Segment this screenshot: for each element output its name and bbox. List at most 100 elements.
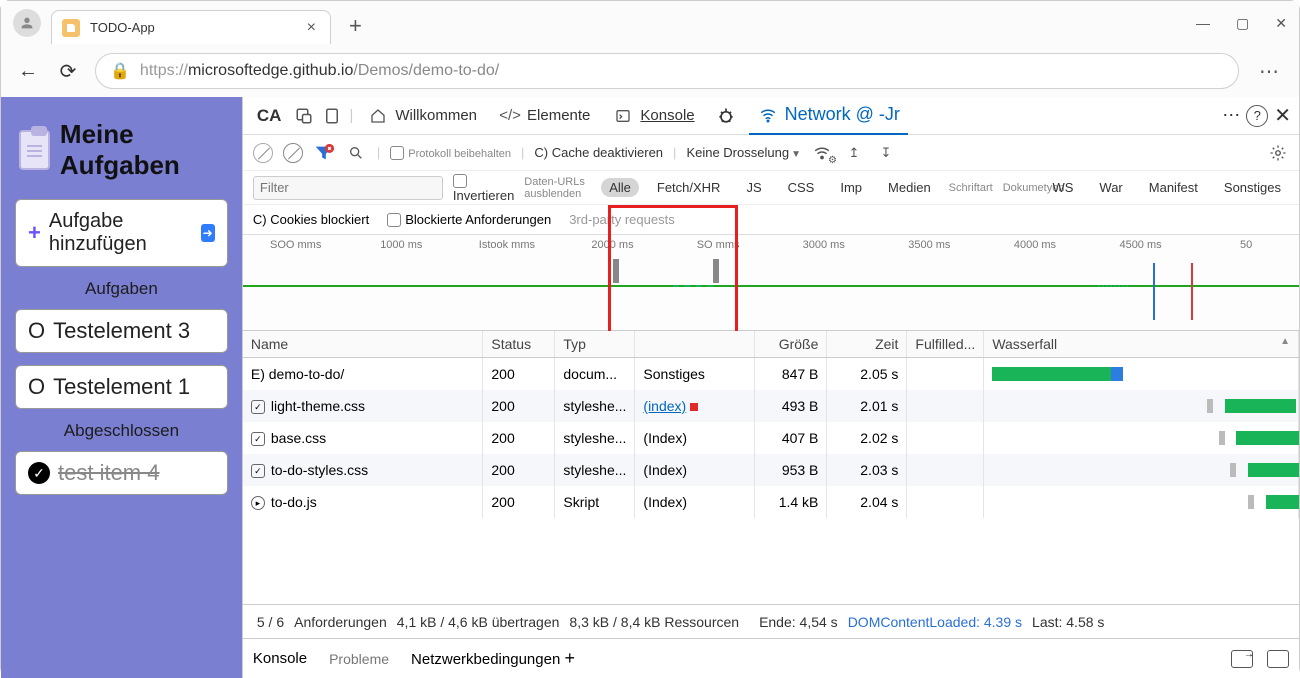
timeline-tick: 3500 ms [877,235,983,257]
filter-img[interactable]: Imp [832,178,870,197]
cell-waterfall [984,358,1299,391]
col-name[interactable]: Name [243,331,483,358]
minimize-button[interactable]: — [1196,15,1210,32]
col-time[interactable]: Zeit [827,331,907,358]
col-status[interactable]: Status [483,331,555,358]
filter-funnel-icon[interactable] [313,142,335,164]
hide-data-urls-checkbox[interactable]: Daten-URLs ausblenden [524,176,591,200]
network-filter-input[interactable] [253,176,443,200]
device-emulation-icon[interactable] [321,105,343,127]
drawer-tab-network-conditions[interactable]: Netzwerkbedingungen + [411,648,575,669]
add-task-button[interactable]: + Aufgabe hinzufügen ➜ [15,199,228,267]
filter-media[interactable]: Medien [880,178,939,197]
timeline-ticks: SOO mms1000 msIstook mms2000 msSO mms300… [243,235,1299,257]
webpage-viewport: Meine Aufgaben + Aufgabe hinzufügen ➜ Au… [1,97,243,678]
drawer-dock-icon[interactable] [1267,650,1289,668]
preserve-log-checkbox[interactable]: Protokoll beibehalten [390,145,511,161]
tab-close-icon[interactable]: × [307,19,316,37]
devtools-help-icon[interactable]: ? [1246,105,1268,127]
task-radio-icon[interactable]: O [28,374,45,400]
cell-size: 953 B [755,454,827,486]
network-timeline[interactable]: SOO mms1000 msIstook mms2000 msSO mms300… [243,235,1299,331]
window-titlebar: TODO-App × + — ▢ ✕ [1,1,1299,45]
new-tab-button[interactable]: + [341,13,370,39]
drawer-tab-problems[interactable]: Probleme [329,651,389,667]
filter-other[interactable]: Sonstiges [1216,178,1289,197]
tab-welcome[interactable]: Willkommen [359,101,485,131]
filter-fetch[interactable]: Fetch/XHR [649,178,729,197]
tab-favicon [62,19,80,37]
cell-waterfall [984,422,1299,454]
drawer-tab-console[interactable]: Konsole [253,650,307,667]
table-row[interactable]: E) demo-to-do/200docum...Sonstiges 847 B… [243,358,1299,391]
table-row[interactable]: ✓base.css200styleshe...(Index) 407 B2.02… [243,422,1299,454]
filter-ws[interactable]: WS [1044,178,1081,197]
task-radio-icon[interactable]: O [28,318,45,344]
maximize-button[interactable]: ▢ [1236,15,1249,32]
disable-cache-checkbox[interactable]: C) Cache deaktivieren [534,145,663,160]
task-check-icon[interactable]: ✓ [28,462,50,484]
col-type[interactable]: Typ [555,331,635,358]
tasks-section-label: Aufgaben [15,279,228,299]
filter-all[interactable]: Alle [601,178,639,197]
bug-icon[interactable] [715,105,737,127]
inspect-element-icon[interactable] [293,105,315,127]
close-window-button[interactable]: ✕ [1275,15,1287,32]
devtools-more-icon[interactable]: ⋯ [1222,105,1240,126]
filter-manifest[interactable]: Manifest [1141,178,1206,197]
url-input[interactable]: 🔒 https://microsoftedge.github.io/Demos/… [95,53,1239,89]
refresh-button[interactable]: ⟳ [55,58,81,84]
col-initiator[interactable] [635,331,755,358]
invert-checkbox[interactable]: Invertieren [453,172,514,203]
blocked-requests-checkbox[interactable]: Blockierte Anforderungen [387,212,551,228]
devtools-tab-bar: CA | Willkommen </> Elemente Konsole Net… [243,97,1299,135]
filter-font[interactable]: Schriftart [949,182,993,194]
dcl-marker [1153,263,1155,320]
cell-waterfall [984,486,1299,518]
table-row[interactable]: ✓to-do-styles.css200styleshe...(Index) 9… [243,454,1299,486]
filter-css[interactable]: CSS [780,178,823,197]
download-har-icon[interactable]: ↧ [875,142,897,164]
upload-har-icon[interactable]: ↥ [843,142,865,164]
clear-icon[interactable] [283,143,303,163]
network-request-table[interactable]: Name Status Typ Größe Zeit Fulfilled... … [243,331,1299,604]
col-fulfilled[interactable]: Fulfilled... [907,331,984,358]
throttling-select[interactable]: Keine Drosselung▼ [686,145,801,160]
cell-type: styleshe... [555,454,635,486]
task-item[interactable]: O Testelement 3 [15,309,228,353]
tab-network[interactable]: Network @ -Jr [749,97,908,135]
browser-tab[interactable]: TODO-App × [51,10,331,44]
devtools-close-icon[interactable]: ✕ [1274,103,1291,128]
profile-avatar[interactable] [13,9,41,37]
tab-elements[interactable]: </> Elemente [491,101,598,131]
cell-initiator[interactable]: (index) [635,390,755,422]
table-header-row: Name Status Typ Größe Zeit Fulfilled... … [243,331,1299,358]
clipboard-icon [19,130,50,170]
drawer-expand-icon[interactable] [1231,650,1253,668]
col-waterfall[interactable]: Wasserfall▲ [984,331,1299,358]
back-button[interactable]: ← [15,58,41,84]
blocked-requests-label: Blockierte Anforderungen [405,212,551,227]
stop-record-icon[interactable] [253,143,273,163]
col-size[interactable]: Größe [755,331,827,358]
blocked-cookies-checkbox[interactable]: C) Cookies blockiert [253,212,369,227]
load-marker [1191,263,1193,320]
network-toolbar: | Protokoll beibehalten | C) Cache deakt… [243,135,1299,171]
table-row[interactable]: ▸to-do.js200Skript(Index) 1.4 kB2.04 s [243,486,1299,518]
task-item[interactable]: O Testelement 1 [15,365,228,409]
address-bar: ← ⟳ 🔒 https://microsoftedge.github.io/De… [1,45,1299,97]
network-settings-icon[interactable] [1267,142,1289,164]
cell-waterfall [984,390,1299,422]
filter-js[interactable]: JS [738,178,769,197]
table-row[interactable]: ✓light-theme.css200styleshe...(index) 49… [243,390,1299,422]
tab-console[interactable]: Konsole [604,101,702,131]
done-task-item[interactable]: ✓ test item 4 [15,451,228,495]
throttle-wifi-icon[interactable]: ⚙ [811,142,833,164]
devtools-lang-badge[interactable]: CA [251,106,288,126]
filter-wasm[interactable]: War [1091,178,1130,197]
cell-initiator: (Index) [635,422,755,454]
cell-size: 847 B [755,358,827,391]
search-icon[interactable] [345,142,367,164]
browser-menu-button[interactable]: ⋯ [1253,59,1285,84]
cell-size: 1.4 kB [755,486,827,518]
